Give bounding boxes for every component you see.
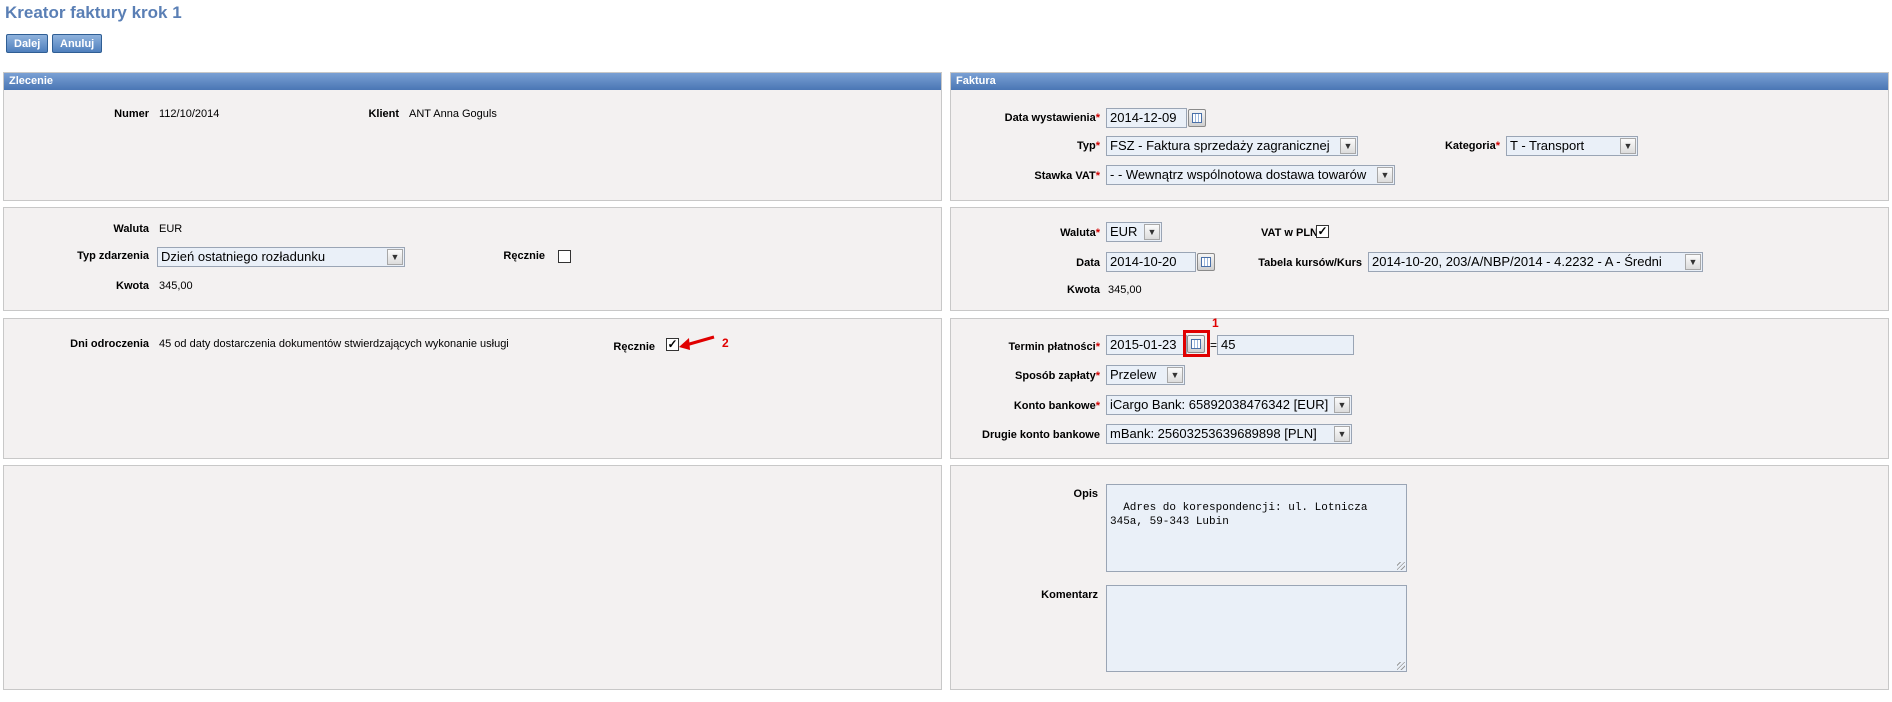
tabela-kursow-select[interactable]: 2014-10-20, 203/A/NBP/2014 - 4.2232 - A … xyxy=(1368,252,1703,272)
chevron-down-icon: ▼ xyxy=(1144,224,1160,240)
kategoria-select[interactable]: T - Transport ▼ xyxy=(1506,136,1638,156)
dni-odroczenia-value: 45 od daty dostarczenia dokumentów stwie… xyxy=(159,338,509,350)
waluta-label: Waluta xyxy=(113,223,149,235)
kwota-value: 345,00 xyxy=(159,280,193,292)
page-title: Kreator faktury krok 1 xyxy=(5,3,182,22)
waluta-value: EUR xyxy=(159,223,183,235)
chevron-down-icon: ▼ xyxy=(1377,167,1393,183)
komentarz-label: Komentarz xyxy=(1041,589,1098,601)
zlecenie-empty-panel xyxy=(3,465,942,690)
calendar-icon[interactable] xyxy=(1187,335,1205,353)
termin-platnosci-input[interactable]: 2015-01-23 xyxy=(1106,335,1187,355)
termin-separator: = xyxy=(1210,338,1218,352)
stawka-vat-value: - - Wewnątrz wspólnotowa dostawa towarów xyxy=(1110,167,1367,182)
stawka-vat-label: Stawka VAT* xyxy=(1034,170,1100,182)
tabela-kursow-value: 2014-10-20, 203/A/NBP/2014 - 4.2232 - A … xyxy=(1372,254,1662,269)
opis-label: Opis xyxy=(1073,488,1098,500)
opis-text: Adres do korespondencji: ul. Lotnicza 34… xyxy=(1110,502,1368,528)
faktura-kwota-label: Kwota xyxy=(1067,284,1100,296)
typ-label: Typ* xyxy=(1076,140,1100,152)
zlecenie-panel: Zlecenie xyxy=(3,72,942,201)
klient-label: Klient xyxy=(368,108,399,120)
recznie-label: Ręcznie xyxy=(503,250,545,262)
recznie2-label: Ręcznie xyxy=(613,341,655,353)
chevron-down-icon: ▼ xyxy=(1334,397,1350,413)
numer-value: 112/10/2014 xyxy=(159,108,220,120)
chevron-down-icon: ▼ xyxy=(1620,138,1636,154)
typ-zdarzenia-value: Dzień ostatniego rozładunku xyxy=(161,249,326,264)
annotation-marker-2: 2 xyxy=(722,336,729,350)
faktura-header: Faktura xyxy=(951,73,1888,90)
cancel-button[interactable]: Anuluj xyxy=(52,34,103,53)
chevron-down-icon: ▼ xyxy=(1340,138,1356,154)
annotation-arrow-icon xyxy=(679,335,715,350)
komentarz-textarea[interactable] xyxy=(1106,585,1407,672)
vat-pln-checkbox[interactable]: ✓ xyxy=(1316,225,1329,238)
drugie-konto-label: Drugie konto bankowe xyxy=(982,429,1100,441)
data-wystawienia-label: Data wystawienia* xyxy=(1004,112,1100,124)
resize-grip-icon[interactable] xyxy=(1397,562,1405,570)
konto-bankowe-label: Konto bankowe* xyxy=(1013,400,1100,412)
stawka-vat-select[interactable]: - - Wewnątrz wspólnotowa dostawa towarów… xyxy=(1106,165,1395,185)
chevron-down-icon: ▼ xyxy=(1334,426,1350,442)
sposob-zaplaty-select[interactable]: Przelew ▼ xyxy=(1106,365,1185,385)
recznie-checkbox[interactable] xyxy=(558,250,571,263)
calendar-icon[interactable] xyxy=(1197,253,1215,271)
faktura-waluta-label: Waluta* xyxy=(1060,227,1100,239)
data-wystawienia-input[interactable]: 2014-12-09 xyxy=(1106,108,1187,128)
konto-bankowe-value: iCargo Bank: 65892038476342 [EUR] xyxy=(1110,397,1329,412)
chevron-down-icon: ▼ xyxy=(1167,367,1183,383)
data-input[interactable]: 2014-10-20 xyxy=(1106,252,1196,272)
chevron-down-icon: ▼ xyxy=(387,249,403,265)
kategoria-value: T - Transport xyxy=(1510,138,1585,153)
faktura-waluta-value: EUR xyxy=(1110,224,1138,239)
annotation-marker-1: 1 xyxy=(1212,316,1219,330)
numer-label: Numer xyxy=(114,108,149,120)
zlecenie-header: Zlecenie xyxy=(4,73,941,90)
kategoria-label: Kategoria* xyxy=(1444,140,1500,152)
konto-bankowe-select[interactable]: iCargo Bank: 65892038476342 [EUR] ▼ xyxy=(1106,395,1352,415)
data-label: Data xyxy=(1076,257,1100,269)
termin-platnosci-label: Termin płatności* xyxy=(1008,341,1100,353)
sposob-zaplaty-value: Przelew xyxy=(1110,367,1157,382)
sposob-zaplaty-label: Sposób zapłaty* xyxy=(1015,370,1100,382)
typ-zdarzenia-label: Typ zdarzenia xyxy=(77,250,149,262)
tabela-kursow-label: Tabela kursów/Kurs xyxy=(1258,257,1362,269)
klient-value: ANT Anna Goguls xyxy=(409,108,497,120)
drugie-konto-select[interactable]: mBank: 25603253639689898 [PLN] ▼ xyxy=(1106,424,1352,444)
faktura-kwota-value: 345,00 xyxy=(1108,284,1142,296)
calendar-icon[interactable] xyxy=(1188,109,1206,127)
typ-zdarzenia-select[interactable]: Dzień ostatniego rozładunku ▼ xyxy=(157,247,405,267)
opis-textarea[interactable]: Adres do korespondencji: ul. Lotnicza 34… xyxy=(1106,484,1407,572)
faktura-waluta-select[interactable]: EUR ▼ xyxy=(1106,222,1162,242)
vat-pln-label: VAT w PLN xyxy=(1260,227,1318,239)
typ-value: FSZ - Faktura sprzedaży zagranicznej xyxy=(1110,138,1330,153)
chevron-down-icon: ▼ xyxy=(1685,254,1701,270)
next-button[interactable]: Dalej xyxy=(6,34,49,53)
kwota-label: Kwota xyxy=(116,280,149,292)
drugie-konto-value: mBank: 25603253639689898 [PLN] xyxy=(1110,426,1317,441)
resize-grip-icon[interactable] xyxy=(1397,662,1405,670)
dni-odroczenia-label: Dni odroczenia xyxy=(70,338,149,350)
termin-days-input[interactable]: 45 xyxy=(1217,335,1354,355)
typ-select[interactable]: FSZ - Faktura sprzedaży zagranicznej ▼ xyxy=(1106,136,1358,156)
